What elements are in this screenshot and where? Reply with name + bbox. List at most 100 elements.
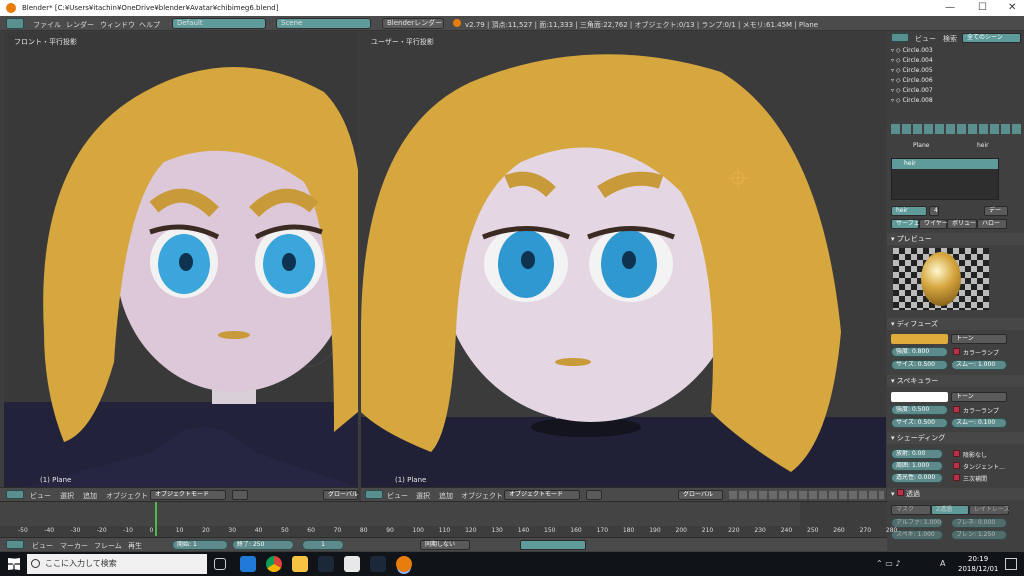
transparency-checkbox[interactable] <box>896 489 904 496</box>
orientation-select[interactable]: グローバル <box>678 490 723 500</box>
editor-type-icon[interactable] <box>6 490 24 499</box>
select-menu[interactable]: 選択 <box>416 491 430 501</box>
diffuse-intensity-field[interactable]: 強度: 0.800 <box>891 347 948 357</box>
chrome-icon[interactable] <box>266 556 282 572</box>
add-menu[interactable]: 追加 <box>439 491 453 501</box>
menu-help[interactable]: ヘルプ <box>139 20 160 30</box>
diffuse-shader-select[interactable]: トーン <box>951 334 1007 344</box>
material-slots[interactable]: heir <box>891 158 999 200</box>
properties-tabs[interactable] <box>891 124 1021 134</box>
shading-header[interactable]: ▾ シェーディング <box>887 432 1024 444</box>
alpha-field[interactable]: アルファ: 1.000 <box>891 518 943 528</box>
data-button[interactable]: デー <box>984 206 1008 216</box>
mask-button[interactable]: マスク <box>891 505 931 515</box>
tab-wire[interactable]: ワイヤー <box>919 219 948 229</box>
render-engine-select[interactable]: Blenderレンダー <box>382 18 444 29</box>
ramp-checkbox[interactable] <box>953 406 960 413</box>
viewport-front[interactable]: フロント・平行投影 (1) Plane <box>4 32 358 487</box>
keying-set-field[interactable] <box>520 540 586 550</box>
view-menu[interactable]: ビュー <box>32 541 53 551</box>
orientation-select[interactable]: グローバル <box>323 490 358 500</box>
ztransp-button[interactable]: Z透過 <box>931 505 969 515</box>
steam-vr-icon[interactable] <box>370 556 386 572</box>
editor-type-icon[interactable] <box>6 18 24 29</box>
blend-field[interactable]: ブレン: 1.250 <box>951 530 1007 540</box>
playback-menu[interactable]: 再生 <box>128 541 142 551</box>
tab-halo[interactable]: ハロー <box>977 219 1007 229</box>
object-menu[interactable]: オブジェクト <box>106 491 148 501</box>
list-item[interactable]: ▿ ◇ Circle.007 <box>891 86 1021 96</box>
steam-icon[interactable] <box>318 556 334 572</box>
fresnel-field[interactable]: フレネ: 0.000 <box>951 518 1007 528</box>
edge-icon[interactable] <box>240 556 256 572</box>
clock-date[interactable]: 2018/12/01 <box>958 565 998 573</box>
close-button[interactable]: ✕ <box>1008 2 1016 13</box>
blender-taskbar-icon[interactable] <box>396 556 412 572</box>
list-item[interactable]: ▿ ◇ Circle.003 <box>891 46 1021 56</box>
mode-select[interactable]: オブジェクトモード <box>504 490 580 500</box>
specular-shader-select[interactable]: トーン <box>951 392 1007 402</box>
specular-header[interactable]: ▾ スペキュラー <box>887 375 1024 387</box>
end-frame-field[interactable]: 終了: 250 <box>232 540 294 550</box>
scene-selector[interactable]: Scene <box>276 18 371 29</box>
diffuse-size-field[interactable]: サイズ: 0.500 <box>891 360 948 370</box>
select-menu[interactable]: 選択 <box>60 491 74 501</box>
preview-header[interactable]: ▾ プレビュー <box>887 233 1024 245</box>
editor-type-icon[interactable] <box>6 540 24 549</box>
specular-size-field[interactable]: サイズ: 0.500 <box>891 418 948 428</box>
menu-file[interactable]: ファイル <box>33 20 61 30</box>
material-slot[interactable]: heir <box>892 159 998 169</box>
menu-render[interactable]: レンダー <box>66 20 94 30</box>
translucency-field[interactable]: 透光性: 0.000 <box>891 473 943 483</box>
raytrace-button[interactable]: レイトレース <box>969 505 1010 515</box>
diffuse-header[interactable]: ▾ ディフューズ <box>887 318 1024 330</box>
shading-select[interactable] <box>586 490 602 500</box>
emit-field[interactable]: 放射: 0.00 <box>891 449 943 459</box>
diffuse-color-swatch[interactable] <box>891 334 948 344</box>
start-frame-field[interactable]: 開始: 1 <box>172 540 228 550</box>
clock-time[interactable]: 20:19 <box>968 555 988 563</box>
marker-menu[interactable]: マーカー <box>60 541 88 551</box>
editor-type-icon[interactable] <box>365 490 383 499</box>
sync-mode-select[interactable]: 同期しない <box>420 540 470 550</box>
list-item[interactable]: ▿ ◇ Circle.004 <box>891 56 1021 66</box>
notification-icon[interactable] <box>1005 558 1017 570</box>
editor-type-icon[interactable] <box>891 33 909 42</box>
material-name-field[interactable]: heir <box>891 206 927 216</box>
shadeless-checkbox[interactable] <box>953 450 960 457</box>
cubic-checkbox[interactable] <box>953 474 960 481</box>
menu-window[interactable]: ウィンドウ <box>100 20 135 30</box>
tab-volume[interactable]: ボリュー <box>947 219 977 229</box>
layout-selector[interactable]: Default <box>172 18 266 29</box>
list-item[interactable]: ▿ ◇ Circle.008 <box>891 96 1021 106</box>
tangent-checkbox[interactable] <box>953 462 960 469</box>
specular-color-swatch[interactable] <box>891 392 948 402</box>
context-object[interactable]: Plane <box>913 142 929 149</box>
diffuse-smooth-field[interactable]: スムー: 1.000 <box>951 360 1007 370</box>
add-menu[interactable]: 追加 <box>83 491 97 501</box>
outliner-tab-search[interactable]: 検索 <box>943 34 957 44</box>
minimize-button[interactable]: — <box>945 2 955 13</box>
outliner-tab-view[interactable]: ビュー <box>915 34 936 44</box>
task-view-icon[interactable] <box>214 558 226 570</box>
specular-intensity-field[interactable]: 強度: 0.500 <box>891 405 948 415</box>
windows-start-icon[interactable] <box>8 558 20 570</box>
specular-smooth-field[interactable]: スムー: 0.100 <box>951 418 1007 428</box>
transparency-header[interactable]: ▾ 透過 <box>887 488 1024 500</box>
ambient-field[interactable]: 周囲: 1.000 <box>891 461 943 471</box>
frame-menu[interactable]: フレーム <box>94 541 122 551</box>
viewport-user[interactable]: ユーザー・平行投影 (1) Plane <box>361 32 886 487</box>
list-item[interactable]: ▿ ◇ Circle.005 <box>891 66 1021 76</box>
ramp-checkbox[interactable] <box>953 348 960 355</box>
context-material[interactable]: heir <box>977 142 989 149</box>
search-box[interactable]: ここに入力して検索 <box>27 554 207 574</box>
scene-filter-select[interactable]: 全てのシーン <box>962 33 1021 43</box>
app-icon[interactable] <box>344 556 360 572</box>
explorer-icon[interactable] <box>292 556 308 572</box>
shading-select[interactable] <box>232 490 248 500</box>
current-frame-field[interactable]: 1 <box>302 540 344 550</box>
list-item[interactable]: ▿ ◇ Circle.006 <box>891 76 1021 86</box>
tab-surface[interactable]: サーフェス <box>891 219 926 229</box>
spec-alpha-field[interactable]: スペキ: 1.000 <box>891 530 943 540</box>
ime-indicator[interactable]: A <box>940 559 945 568</box>
